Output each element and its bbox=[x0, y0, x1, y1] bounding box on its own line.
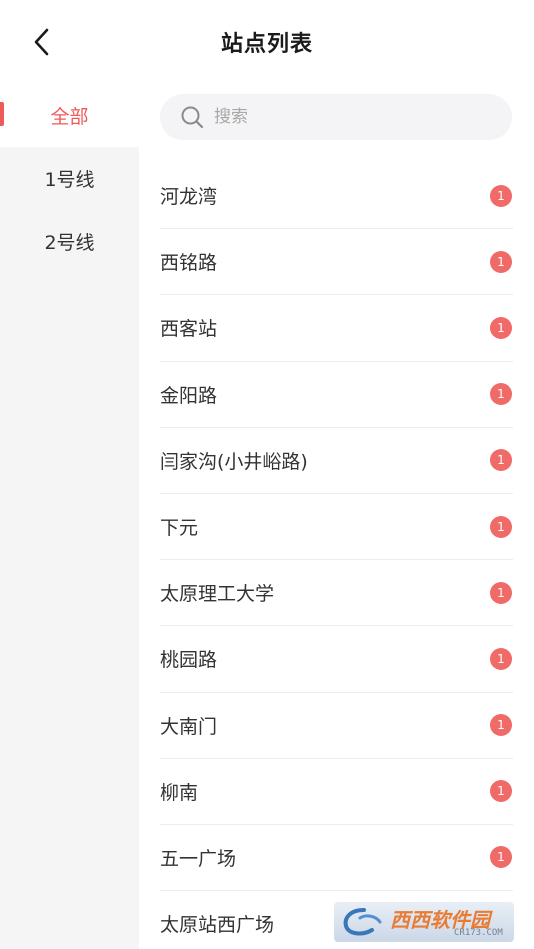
station-row[interactable]: 西铭路 1 bbox=[160, 229, 513, 296]
station-row[interactable]: 大南门 1 bbox=[160, 693, 513, 759]
station-name: 五一广场 bbox=[160, 847, 237, 870]
sidebar-item-line-2[interactable]: 2号线 bbox=[0, 210, 139, 273]
station-row[interactable]: 下元 1 bbox=[160, 494, 513, 561]
watermark-swirl-icon bbox=[343, 908, 382, 936]
station-row[interactable]: 闫家沟(小井峪路) 1 bbox=[160, 428, 513, 494]
search-input[interactable] bbox=[214, 97, 494, 137]
sidebar-item-label: 全部 bbox=[50, 106, 89, 128]
station-name: 柳南 bbox=[160, 781, 199, 804]
app-screen: 站点列表 全部 1号线 2号线 河龙湾 1 西铭路 1 西 bbox=[0, 0, 534, 949]
station-count-badge: 1 bbox=[490, 581, 512, 604]
station-row[interactable]: 五一广场 1 bbox=[160, 825, 513, 892]
station-name: 桃园路 bbox=[160, 649, 218, 672]
search-icon bbox=[180, 105, 204, 129]
station-row[interactable]: 柳南 1 bbox=[160, 759, 513, 825]
sidebar-item-all[interactable]: 全部 bbox=[0, 84, 139, 147]
station-count-badge: 1 bbox=[490, 780, 512, 803]
watermark-subtext: CR173.COM bbox=[454, 928, 503, 938]
station-name: 金阳路 bbox=[160, 384, 218, 407]
watermark-logo: 西西软件园 CR173.COM bbox=[334, 902, 514, 942]
station-row[interactable]: 西客站 1 bbox=[160, 295, 513, 362]
station-count-badge: 1 bbox=[490, 515, 512, 538]
station-count-badge: 1 bbox=[490, 316, 512, 339]
station-row[interactable]: 河龙湾 1 bbox=[160, 163, 513, 230]
station-name: 西客站 bbox=[160, 318, 218, 341]
station-count-badge: 1 bbox=[490, 846, 512, 869]
station-name: 闫家沟(小井峪路) bbox=[160, 450, 308, 473]
station-name: 下元 bbox=[160, 517, 199, 540]
station-list: 河龙湾 1 西铭路 1 西客站 1 金阳路 1 闫家沟(小井峪路) 1 下元 1… bbox=[160, 163, 513, 949]
station-count-badge: 1 bbox=[490, 714, 512, 737]
station-count-badge: 1 bbox=[490, 647, 512, 670]
station-count-badge: 1 bbox=[490, 383, 512, 406]
station-row[interactable]: 太原理工大学 1 bbox=[160, 560, 513, 627]
station-name: 西铭路 bbox=[160, 252, 218, 275]
page-title: 站点列表 bbox=[220, 32, 313, 57]
station-count-badge: 1 bbox=[490, 250, 512, 273]
sidebar-item-label: 1号线 bbox=[44, 169, 95, 191]
station-name: 太原理工大学 bbox=[160, 583, 275, 606]
station-row[interactable]: 金阳路 1 bbox=[160, 362, 513, 428]
line-sidebar: 全部 1号线 2号线 bbox=[0, 84, 139, 949]
station-row[interactable]: 桃园路 1 bbox=[160, 626, 513, 693]
header: 站点列表 bbox=[0, 0, 534, 84]
station-count-badge: 1 bbox=[490, 449, 512, 472]
station-name: 河龙湾 bbox=[160, 186, 218, 209]
sidebar-item-label: 2号线 bbox=[44, 232, 95, 254]
station-count-badge: 1 bbox=[490, 184, 512, 207]
station-name: 大南门 bbox=[160, 715, 218, 738]
sidebar-item-line-1[interactable]: 1号线 bbox=[0, 147, 139, 210]
station-name: 太原站西广场 bbox=[160, 914, 275, 937]
search-bar[interactable] bbox=[160, 94, 512, 140]
